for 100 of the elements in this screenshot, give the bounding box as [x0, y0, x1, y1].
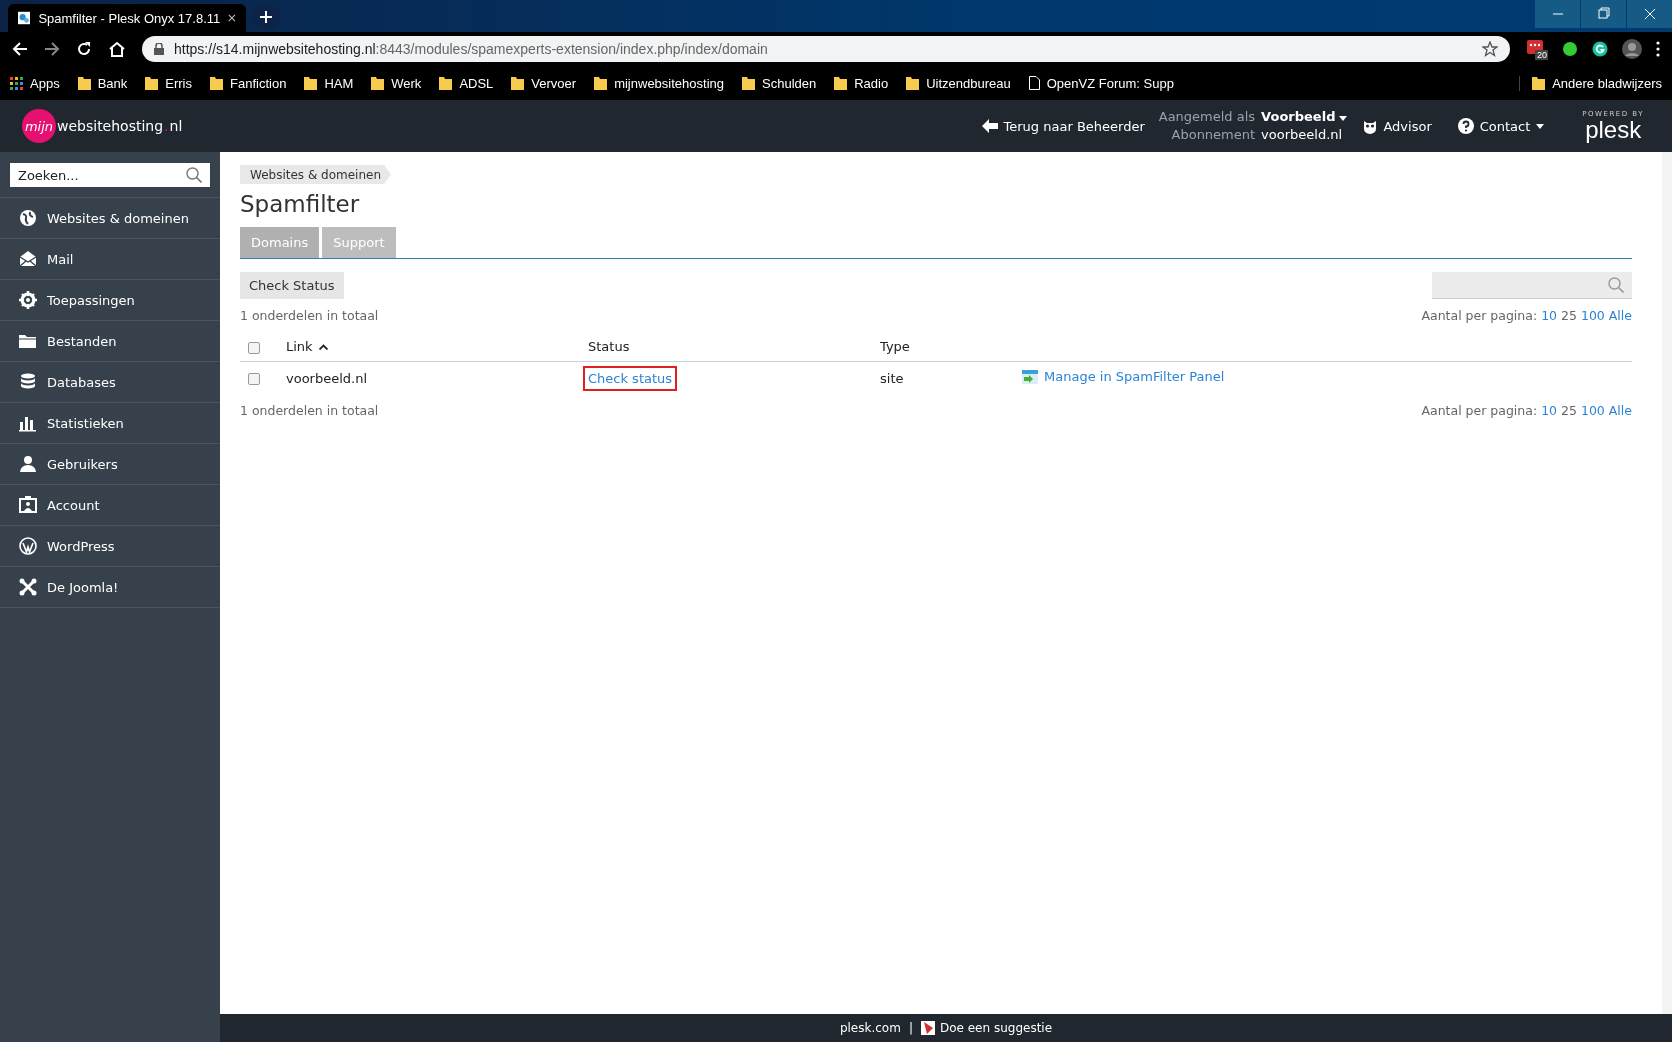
caret-icon [1339, 116, 1348, 121]
folder-icon [77, 76, 91, 90]
nav-item[interactable]: Mail [0, 238, 220, 279]
checkbox[interactable] [248, 341, 260, 354]
bookmark[interactable]: Radio [834, 75, 889, 91]
folder-icon [371, 76, 385, 90]
browser-tab[interactable]: Spamfilter - Plesk Onyx 17.8.11 [8, 4, 246, 32]
site-icon [18, 10, 31, 26]
new-tab-button[interactable] [252, 5, 280, 29]
column-header[interactable]: Type [880, 339, 910, 354]
dot-icon[interactable] [1562, 41, 1578, 57]
contact-menu[interactable]: Contact [1457, 118, 1545, 134]
folder-icon [906, 76, 920, 90]
forward-arrow-icon[interactable] [44, 41, 60, 57]
plus-icon [260, 11, 272, 23]
bookmark[interactable]: Vervoer [511, 75, 577, 91]
back-arrow-icon[interactable] [12, 41, 28, 57]
nav-item[interactable]: Account [0, 484, 220, 525]
folder-icon [742, 76, 755, 90]
nav-item[interactable]: Websites & domeinen [0, 197, 220, 238]
folder-icon [1532, 76, 1546, 90]
nav-item[interactable]: WordPress [0, 525, 220, 566]
page-size-option[interactable]: 10 [1541, 402, 1558, 418]
menu-icon[interactable] [1656, 41, 1660, 57]
page-size-option: 25 [1561, 402, 1577, 418]
nav-item[interactable]: Toepassingen [0, 279, 220, 320]
table-cell: site [880, 370, 904, 386]
nav-item[interactable]: De Joomla! [0, 566, 220, 608]
advisor-link[interactable]: Advisor [1363, 118, 1432, 134]
bookmarks-folder[interactable]: Andere bladwijzers [1519, 75, 1662, 91]
calendar-extension-button[interactable]: 20 [1526, 38, 1548, 60]
user-icon [19, 455, 37, 473]
star-icon[interactable] [1482, 41, 1498, 57]
envelope-icon [19, 250, 37, 268]
flag-icon [920, 1021, 935, 1035]
bookmark[interactable]: HAM [304, 75, 354, 91]
nav-item[interactable]: Databases [0, 361, 220, 402]
check-status-link[interactable]: Check status [588, 370, 673, 386]
bar-chart-icon [19, 414, 37, 432]
nav-item[interactable]: Statistieken [0, 402, 220, 443]
address-bar[interactable]: https://s14.mijnwebsitehosting.nl:8443/modules/spamexperts-extension/index.php/index/domain [142, 36, 1510, 62]
globe-icon [19, 209, 37, 227]
close-icon[interactable] [228, 13, 236, 23]
user-menu[interactable]: Voorbeeld [1261, 108, 1348, 126]
page-size-option[interactable]: 100 [1580, 307, 1605, 323]
label: Aantal per pagina: [1421, 402, 1538, 418]
bookmark[interactable]: Uitzendbureau [906, 75, 1011, 91]
separator: | [908, 1021, 913, 1035]
bookmark[interactable]: Bank [77, 75, 128, 91]
plesk-link[interactable]: plesk.com [839, 1021, 901, 1035]
suggestion-link[interactable]: Doe een suggestie [920, 1021, 1053, 1035]
page-size-option[interactable]: Alle [1608, 402, 1632, 418]
nav-item[interactable]: Gebruikers [0, 443, 220, 484]
manage-link[interactable]: Manage in SpamFilter Panel [1022, 369, 1225, 385]
lock-icon [154, 43, 164, 55]
folder-icon [511, 76, 525, 90]
apps-grid-icon [10, 76, 23, 90]
folder-icon [19, 332, 37, 350]
avatar-icon[interactable] [1622, 39, 1642, 59]
gear-icon [19, 291, 37, 309]
folder-icon [304, 76, 318, 90]
checkbox[interactable] [248, 373, 260, 385]
page-size-option[interactable]: 100 [1580, 402, 1605, 418]
folder-icon [210, 76, 223, 90]
column-header[interactable]: Link [286, 339, 328, 354]
check-status-button[interactable]: Check Status [240, 272, 344, 299]
grammar-extension-icon[interactable] [1592, 41, 1608, 57]
logo[interactable]: mijn websitehosting.nl [22, 109, 183, 143]
item-count: 1 onderdelen in totaal [240, 307, 379, 323]
left-arrow-icon [981, 119, 998, 133]
bookmark[interactable]: ADSL [439, 75, 494, 91]
bookmark[interactable]: Werk [371, 75, 422, 91]
reload-icon[interactable] [76, 41, 92, 57]
restore-icon[interactable] [1581, 0, 1626, 28]
page-icon [1028, 76, 1040, 90]
nav-item[interactable]: Bestanden [0, 320, 220, 361]
joomla-icon [19, 578, 37, 596]
bookmark[interactable]: Erris [145, 75, 192, 91]
column-header[interactable]: Status [588, 339, 630, 354]
breadcrumb-link[interactable]: Websites & domeinen [240, 165, 392, 184]
back-link[interactable]: Terug naar Beheerder [981, 118, 1145, 134]
bookmark[interactable]: Fanfiction [210, 75, 287, 91]
list-search-field[interactable] [1432, 272, 1632, 299]
caret-icon [1536, 123, 1545, 129]
badge-icon [19, 496, 37, 514]
folder-icon [594, 76, 608, 90]
database-icon [19, 373, 37, 391]
bookmark[interactable]: Schulden [742, 75, 817, 91]
subscription-name: voorbeeld.nl [1261, 126, 1344, 144]
bookmark[interactable]: mijnwebsitehosting [594, 75, 724, 91]
page-size-option[interactable]: Alle [1608, 307, 1632, 323]
page-size-option[interactable]: 10 [1541, 307, 1558, 323]
search-field[interactable]: Zoeken... [10, 163, 210, 187]
label: Abonnement [1170, 126, 1256, 144]
bookmark[interactable]: Apps [10, 75, 60, 91]
owl-icon [1363, 118, 1378, 134]
bookmark[interactable]: OpenVZ Forum: Supp [1028, 75, 1174, 91]
help-icon [1457, 118, 1474, 134]
home-icon[interactable] [108, 41, 126, 57]
search-icon[interactable] [186, 167, 202, 183]
